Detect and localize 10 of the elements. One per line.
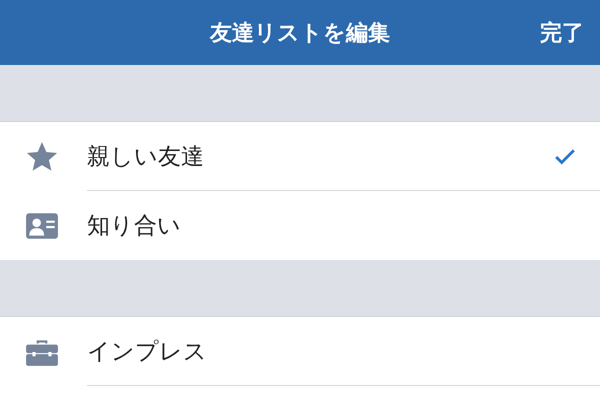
list-item-label: 親しい友達 <box>87 143 205 172</box>
list-item-label: 知り合い <box>87 212 182 241</box>
list-item[interactable]: 親しい友達 <box>0 122 600 191</box>
screen-title: 友達リストを編集 <box>210 20 390 48</box>
star-icon <box>25 140 59 174</box>
checkmark-icon <box>554 148 576 166</box>
done-button[interactable]: 完了 <box>538 14 586 52</box>
list-item[interactable]: 知り合い <box>0 191 600 260</box>
list-item[interactable]: インプレス <box>0 317 600 386</box>
list-item-label: インプレス <box>87 338 208 367</box>
